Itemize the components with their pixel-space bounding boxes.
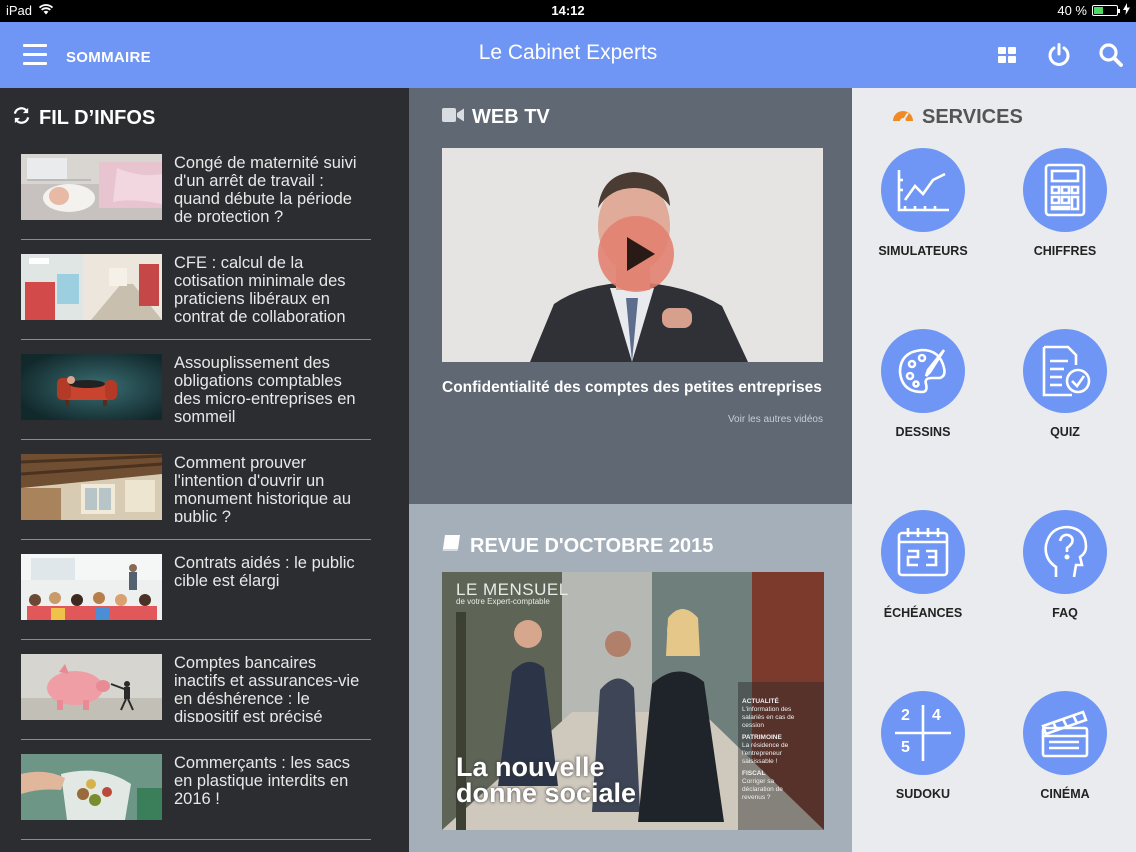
service-sudoku[interactable]: 2 4 5 SUDOKU: [852, 691, 994, 801]
news-item-text: Contrats aidés : le public cible est éla…: [174, 554, 355, 590]
services-header: SERVICES: [892, 106, 1023, 129]
news-thumbnail-piggy-bank: [21, 654, 162, 720]
news-item[interactable]: Assouplissement des obligations comptabl…: [21, 340, 371, 440]
sudoku-digit: 4: [932, 707, 941, 724]
head-question-icon: [1023, 510, 1107, 594]
magazine-side-text: Corriger sa déclaration de revenus ?: [742, 778, 783, 801]
speedometer-icon: [892, 106, 914, 129]
magazine-side-tag: PATRIMOINE: [742, 734, 782, 741]
news-panel: FIL D’INFOS Congé de maternité suivi d'u…: [0, 88, 409, 852]
revue-header: REVUE D'OCTOBRE 2015: [442, 534, 713, 558]
power-icon[interactable]: [1044, 40, 1074, 70]
video-camera-icon: [442, 106, 464, 129]
services-title: SERVICES: [922, 106, 1023, 128]
news-item[interactable]: Comment prouver l'intention d'ouvrir un …: [21, 440, 371, 540]
revue-panel: REVUE D'OCTOBRE 2015 LE MENSUEL de votre…: [409, 504, 852, 852]
magazine-headline-line2: donne sociale: [456, 778, 637, 808]
top-navigation-bar: SOMMAIRE Le Cabinet Experts: [0, 22, 1136, 88]
play-button-icon[interactable]: [598, 216, 674, 292]
revue-title: REVUE D'OCTOBRE 2015: [470, 534, 714, 557]
webtv-panel: WEB TV Confidentialité des comptes des p…: [409, 88, 852, 504]
news-item[interactable]: Contrats aidés : le public cible est éla…: [21, 540, 371, 640]
clock: 14:12: [551, 3, 585, 18]
calculator-icon: [1023, 148, 1107, 232]
news-thumbnail-plastic-bags: [21, 754, 162, 820]
service-label: FAQ: [1052, 606, 1078, 620]
calendar-icon: [881, 510, 965, 594]
sudoku-grid-icon: 2 4 5: [881, 691, 965, 775]
magazine-side-tag: FISCAL: [742, 770, 766, 777]
news-thumbnail-newborn: [21, 154, 162, 220]
service-dessins[interactable]: DESSINS: [852, 329, 994, 439]
service-label: DESSINS: [895, 425, 951, 439]
magazine-side-tag: ACTUALITÉ: [742, 698, 779, 705]
palette-icon: [881, 329, 965, 413]
news-thumbnail-sofa: [21, 354, 162, 420]
service-chiffres[interactable]: CHIFFRES: [994, 148, 1136, 258]
service-label: ÉCHÉANCES: [883, 606, 963, 620]
grid-view-icon[interactable]: [992, 40, 1022, 70]
chart-line-icon: [881, 148, 965, 232]
webtv-title: WEB TV: [472, 106, 550, 128]
battery-icon: [1092, 5, 1120, 16]
news-item-text: Assouplissement des obligations comptabl…: [174, 354, 356, 422]
app-title: Le Cabinet Experts: [478, 41, 658, 64]
refresh-icon[interactable]: [12, 106, 31, 131]
service-label: CINÉMA: [1040, 787, 1090, 801]
checklist-icon: [1023, 329, 1107, 413]
news-item-text: Commerçants : les sacs en plastique inte…: [174, 754, 351, 808]
news-item[interactable]: CFE : calcul de la cotisation minimale d…: [21, 240, 371, 340]
sudoku-digit: 2: [901, 707, 910, 724]
service-label: CHIFFRES: [1033, 244, 1097, 258]
news-item[interactable]: Comptes bancaires inactifs et assurances…: [21, 640, 371, 740]
news-header: FIL D’INFOS: [12, 106, 155, 131]
more-videos-link[interactable]: Voir les autres vidéos: [728, 414, 823, 425]
services-panel: SERVICES SIMULATEURS CHIFFRES DESSINS QU…: [852, 88, 1136, 852]
news-thumbnail-classroom: [21, 554, 162, 620]
news-list: Congé de maternité suivi d'un arrêt de t…: [21, 140, 371, 840]
service-echeances[interactable]: ÉCHÉANCES: [852, 510, 994, 620]
magazine-side-column: ACTUALITÉ L'information des salariés en …: [742, 698, 798, 802]
search-icon[interactable]: [1096, 40, 1126, 70]
magazine-side-text: La résidence de l'entrepreneur saisissab…: [742, 742, 789, 765]
sudoku-digit: 5: [901, 739, 910, 756]
service-label: SIMULATEURS: [878, 244, 968, 258]
book-icon: [442, 534, 462, 558]
service-label: SUDOKU: [895, 787, 951, 801]
magazine-subtitle: de votre Expert-comptable: [456, 597, 550, 606]
service-cinema[interactable]: CINÉMA: [994, 691, 1136, 801]
status-bar: iPad 14:12 40 %: [0, 0, 1136, 22]
webtv-header: WEB TV: [442, 106, 550, 129]
magazine-cover[interactable]: LE MENSUEL de votre Expert-comptable La …: [442, 572, 824, 830]
news-item-text: Comptes bancaires inactifs et assurances…: [174, 654, 360, 722]
charging-icon: [1123, 3, 1130, 18]
clapperboard-icon: [1023, 691, 1107, 775]
service-quiz[interactable]: QUIZ: [994, 329, 1136, 439]
news-item-text: CFE : calcul de la cotisation minimale d…: [174, 254, 346, 322]
service-label: QUIZ: [1050, 425, 1080, 439]
news-item-text: Congé de maternité suivi d'un arrêt de t…: [174, 154, 357, 222]
video-player[interactable]: [442, 148, 823, 362]
news-item-text: Comment prouver l'intention d'ouvrir un …: [174, 454, 352, 522]
battery-percent: 40 %: [1057, 3, 1087, 18]
news-item[interactable]: Congé de maternité suivi d'un arrêt de t…: [21, 140, 371, 240]
news-title: FIL D’INFOS: [39, 107, 156, 129]
news-thumbnail-monument: [21, 454, 162, 520]
news-thumbnail-clinic: [21, 254, 162, 320]
news-item[interactable]: Commerçants : les sacs en plastique inte…: [21, 740, 371, 840]
video-caption[interactable]: Confidentialité des comptes des petites …: [442, 379, 822, 397]
magazine-side-text: L'information des salariés en cas de ces…: [742, 706, 795, 729]
service-simulateurs[interactable]: SIMULATEURS: [852, 148, 994, 258]
service-faq[interactable]: FAQ: [994, 510, 1136, 620]
